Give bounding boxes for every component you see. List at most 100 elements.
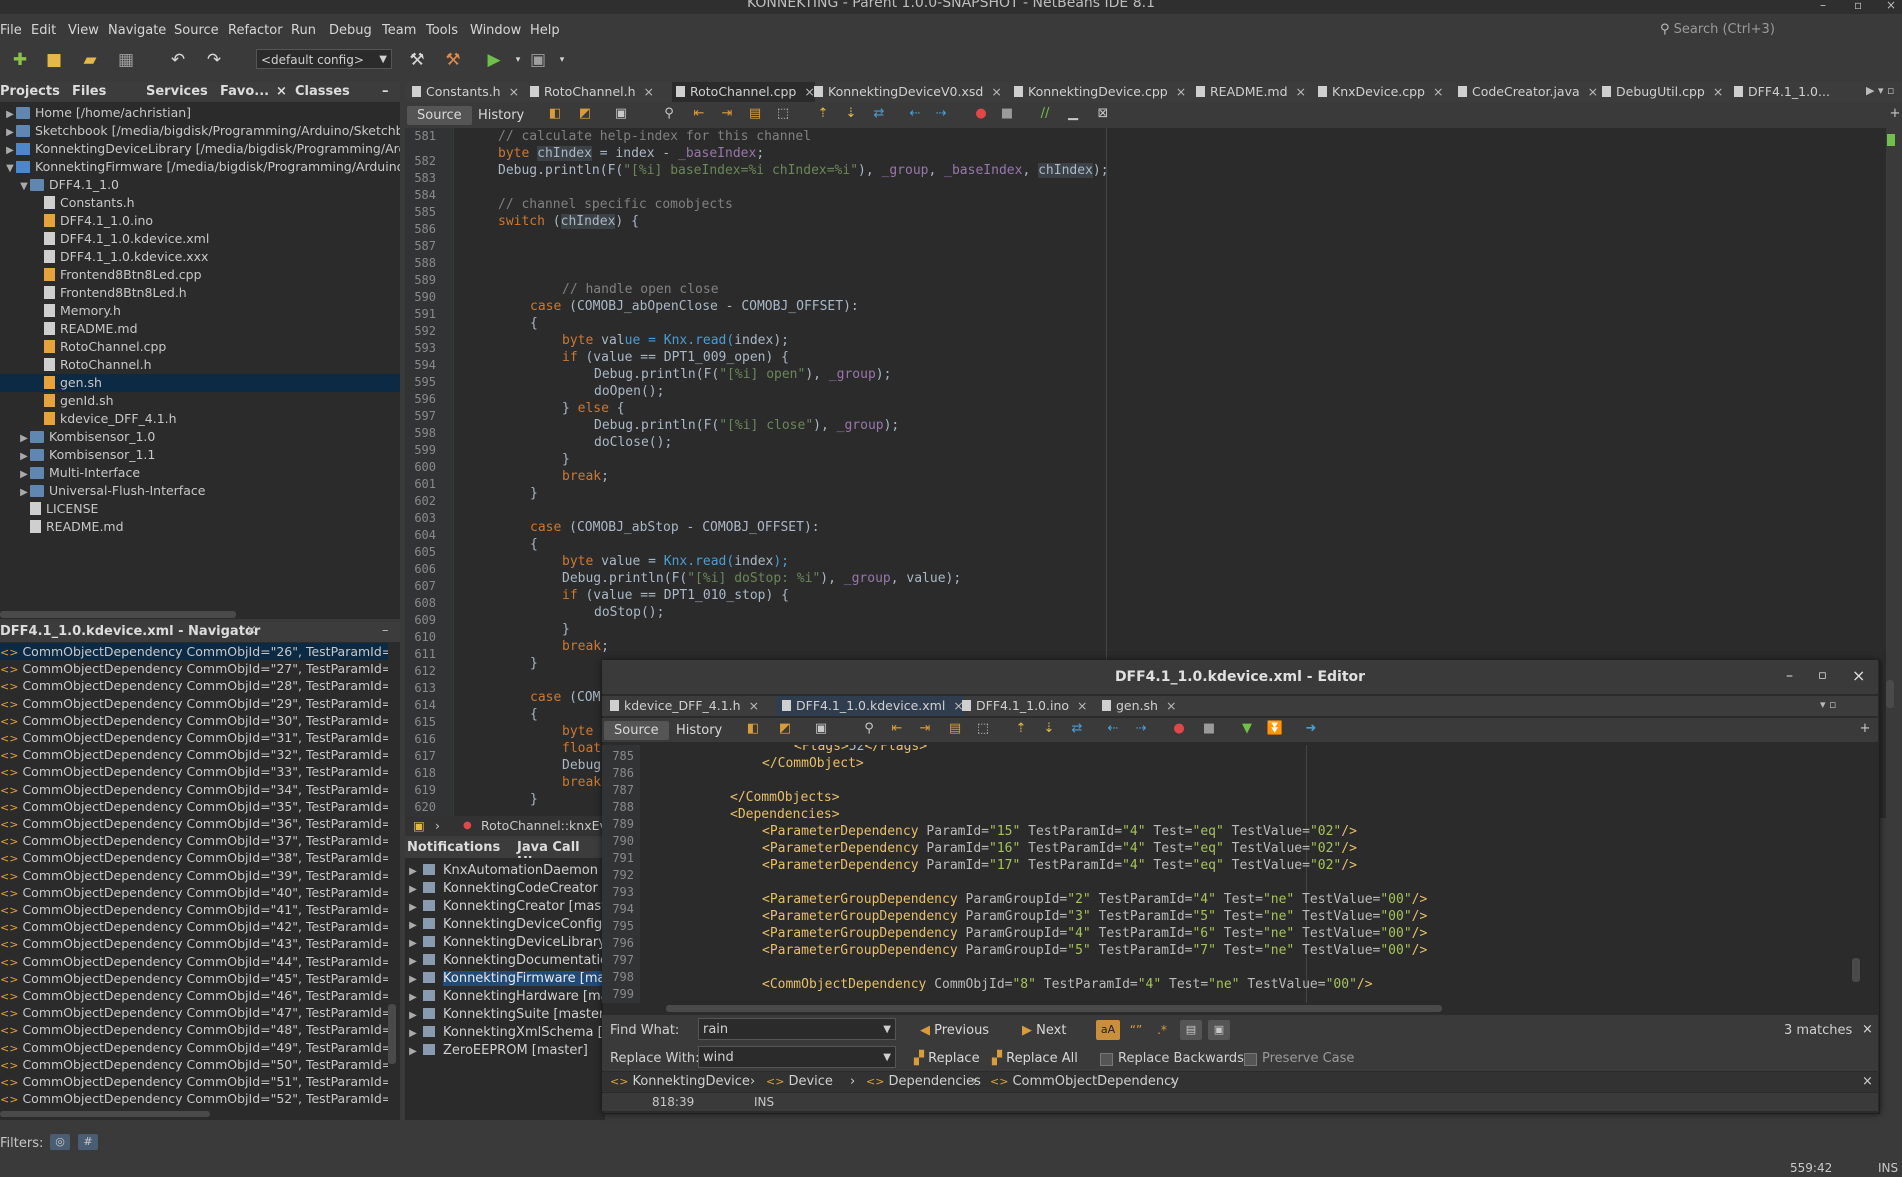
last-edit-icon[interactable]: ◧ [744,721,762,737]
tab-favorites[interactable]: Favo... [220,84,269,99]
tree-item[interactable]: ▶ Kombisensor_1.0 [0,428,400,446]
back-icon[interactable]: ◩ [576,106,594,122]
undo-icon[interactable]: ↶ [166,48,190,72]
tab-classes[interactable]: Classes [295,84,350,99]
shift-right-icon[interactable]: ⇢ [1132,721,1150,737]
tree-item[interactable]: ▶ Universal-Flush-Interface [0,482,400,500]
breadcrumb-item[interactable]: <> CommObjectDependency [990,1072,1179,1092]
vertical-scrollbar[interactable] [1886,680,1894,708]
navigator-row[interactable]: <> CommObjectDependency CommObjId="30", T… [0,712,388,729]
menu-window[interactable]: Window [470,23,521,38]
navigator-row[interactable]: <> CommObjectDependency CommObjId="46", T… [0,987,388,1004]
whole-words-icon[interactable]: “” [1126,1020,1146,1040]
menu-file[interactable]: File [0,23,22,38]
close-icon[interactable]: × [1862,1072,1873,1092]
tree-item[interactable]: ▼ KonnektingFirmware [/media/bigdisk/Prog… [0,158,400,176]
tree-item[interactable]: Frontend8Btn8Led.h [0,284,400,302]
tree-item[interactable]: gen.sh [0,374,400,392]
navigator-row[interactable]: <> CommObjectDependency CommObjId="42", T… [0,918,388,935]
debug-dropdown-icon[interactable]: ▾ [550,48,574,72]
replace-backwards-checkbox[interactable] [1100,1053,1113,1066]
navigator-row[interactable]: <> CommObjectDependency CommObjId="43", T… [0,935,388,952]
next-bookmark-icon[interactable]: ⇣ [842,106,860,122]
comment-icon[interactable]: // [1036,106,1054,122]
menu-team[interactable]: Team [382,23,416,38]
horizontal-scrollbar[interactable] [0,611,236,618]
repository-item[interactable]: ▶ KonnektingCreator [maste [405,897,605,915]
minimize-icon[interactable]: – [1820,0,1826,12]
editor-tab[interactable]: CodeCreator.java × [1454,82,1598,102]
tree-item[interactable]: Constants.h [0,194,400,212]
save-all-icon[interactable]: ▦ [114,48,138,72]
navigator-row[interactable]: <> CommObjectDependency CommObjId="50", T… [0,1056,388,1073]
tree-item[interactable]: ▶ Kombisensor_1.1 [0,446,400,464]
source-tab[interactable]: Source [407,106,472,125]
navigator-row[interactable]: <> CommObjectDependency CommObjId="27", T… [0,660,388,677]
tree-item[interactable]: DFF4.1_1.0.kdevice.xxx [0,248,400,266]
find-previous-icon[interactable]: ⇤ [690,106,708,122]
navigator-row[interactable]: <> CommObjectDependency CommObjId="29", T… [0,695,388,712]
tree-item[interactable]: RotoChannel.cpp [0,338,400,356]
tab-scroll-icon[interactable]: ▶ ▾ ▫ [1866,84,1894,97]
minimize-panel-icon[interactable]: – [382,84,389,99]
navigator-row[interactable]: <> CommObjectDependency CommObjId="52", T… [0,1090,388,1107]
repository-item[interactable]: ▶ KonnektingSuite [master] [405,1005,605,1023]
validate-xml-icon[interactable]: ▼ [1238,721,1256,737]
editor-tab[interactable]: kdevice_DFF_4.1.h × [604,696,759,716]
navigator-row[interactable]: <> CommObjectDependency CommObjId="44", T… [0,953,388,970]
minimize-icon[interactable]: – [1786,668,1793,684]
highlight-results-icon[interactable]: ▤ [1180,1020,1202,1040]
back-icon[interactable]: ◩ [776,721,794,737]
breadcrumb-item[interactable]: <> Device [766,1072,833,1092]
rect-select-icon[interactable]: ⬚ [974,721,992,737]
editor-tab[interactable]: DFF4.1_1.0.ino × [956,696,1088,716]
navigator-row[interactable]: <> CommObjectDependency CommObjId="51", T… [0,1073,388,1090]
tree-item[interactable]: kdevice_DFF_4.1.h [0,410,400,428]
editor-tab[interactable]: gen.sh × [1096,696,1176,716]
editor-tab[interactable]: DFF4.1_1.0... [1730,82,1830,102]
replace-input[interactable]: wind ▼ [698,1046,896,1068]
menu-source[interactable]: Source [174,23,219,38]
prev-bookmark-icon[interactable]: ⇡ [1012,721,1030,737]
menu-refactor[interactable]: Refactor [228,23,283,38]
filter-fields-icon[interactable]: ◎ [50,1134,70,1150]
next-bookmark-icon[interactable]: ⇣ [1040,721,1058,737]
minimize-panel-icon[interactable]: – [382,623,389,638]
navigator-row[interactable]: <> CommObjectDependency CommObjId="35", T… [0,798,388,815]
debug-icon[interactable]: ▣ [526,48,550,72]
toggle-bookmark-icon[interactable]: ⇄ [870,106,888,122]
editor-tab[interactable]: KonnektingDeviceV0.xsd × [810,82,1002,102]
vertical-scrollbar[interactable] [388,1004,396,1064]
history-tab[interactable]: History [666,721,732,740]
tab-projects[interactable]: Projects [0,84,60,99]
forward-icon[interactable]: ▣ [612,106,630,122]
repository-item[interactable]: ▶ KonnektingCodeCreator [r [405,879,605,897]
menu-debug[interactable]: Debug [329,23,372,38]
split-icon[interactable]: + [1886,106,1902,122]
prev-bookmark-icon[interactable]: ⇡ [814,106,832,122]
navigator-row[interactable]: <> CommObjectDependency CommObjId="33", T… [0,763,388,780]
navigator-row[interactable]: <> CommObjectDependency CommObjId="49", T… [0,1039,388,1056]
maximize-icon[interactable]: ▫ [1854,0,1862,12]
repository-item[interactable]: ▶ KonnektingXmlSchema [n [405,1023,605,1041]
stop-macro-icon[interactable]: ■ [998,106,1016,122]
navigator-row[interactable]: <> CommObjectDependency CommObjId="26", T… [0,643,388,660]
menu-view[interactable]: View [68,23,99,38]
close-icon[interactable]: × [1852,666,1865,685]
toggle-highlight-icon[interactable]: ▤ [746,106,764,122]
search-field[interactable]: ⚲ Search (Ctrl+3) [1660,22,1900,40]
rect-select-icon[interactable]: ⬚ [774,106,792,122]
preserve-case-checkbox[interactable] [1244,1053,1257,1066]
navigator-row[interactable]: <> CommObjectDependency CommObjId="32", T… [0,746,388,763]
tree-item[interactable]: ▶ KonnektingDeviceLibrary [/media/bigdisk… [0,140,400,158]
editor-tab[interactable]: DFF4.1_1.0.kdevice.xml × [776,696,964,716]
tab-services[interactable]: Services [146,84,208,99]
menu-help[interactable]: Help [530,23,560,38]
navigator-row[interactable]: <> CommObjectDependency CommObjId="39", T… [0,867,388,884]
editor-tab[interactable]: RotoChannel.h × [526,82,654,102]
run-icon[interactable]: ▶ [482,48,506,72]
find-previous-icon[interactable]: ⇤ [888,721,906,737]
tree-item[interactable]: README.md [0,518,400,536]
stop-macro-icon[interactable]: ■ [1200,721,1218,737]
clean-build-icon[interactable]: ⚒ [441,48,465,72]
